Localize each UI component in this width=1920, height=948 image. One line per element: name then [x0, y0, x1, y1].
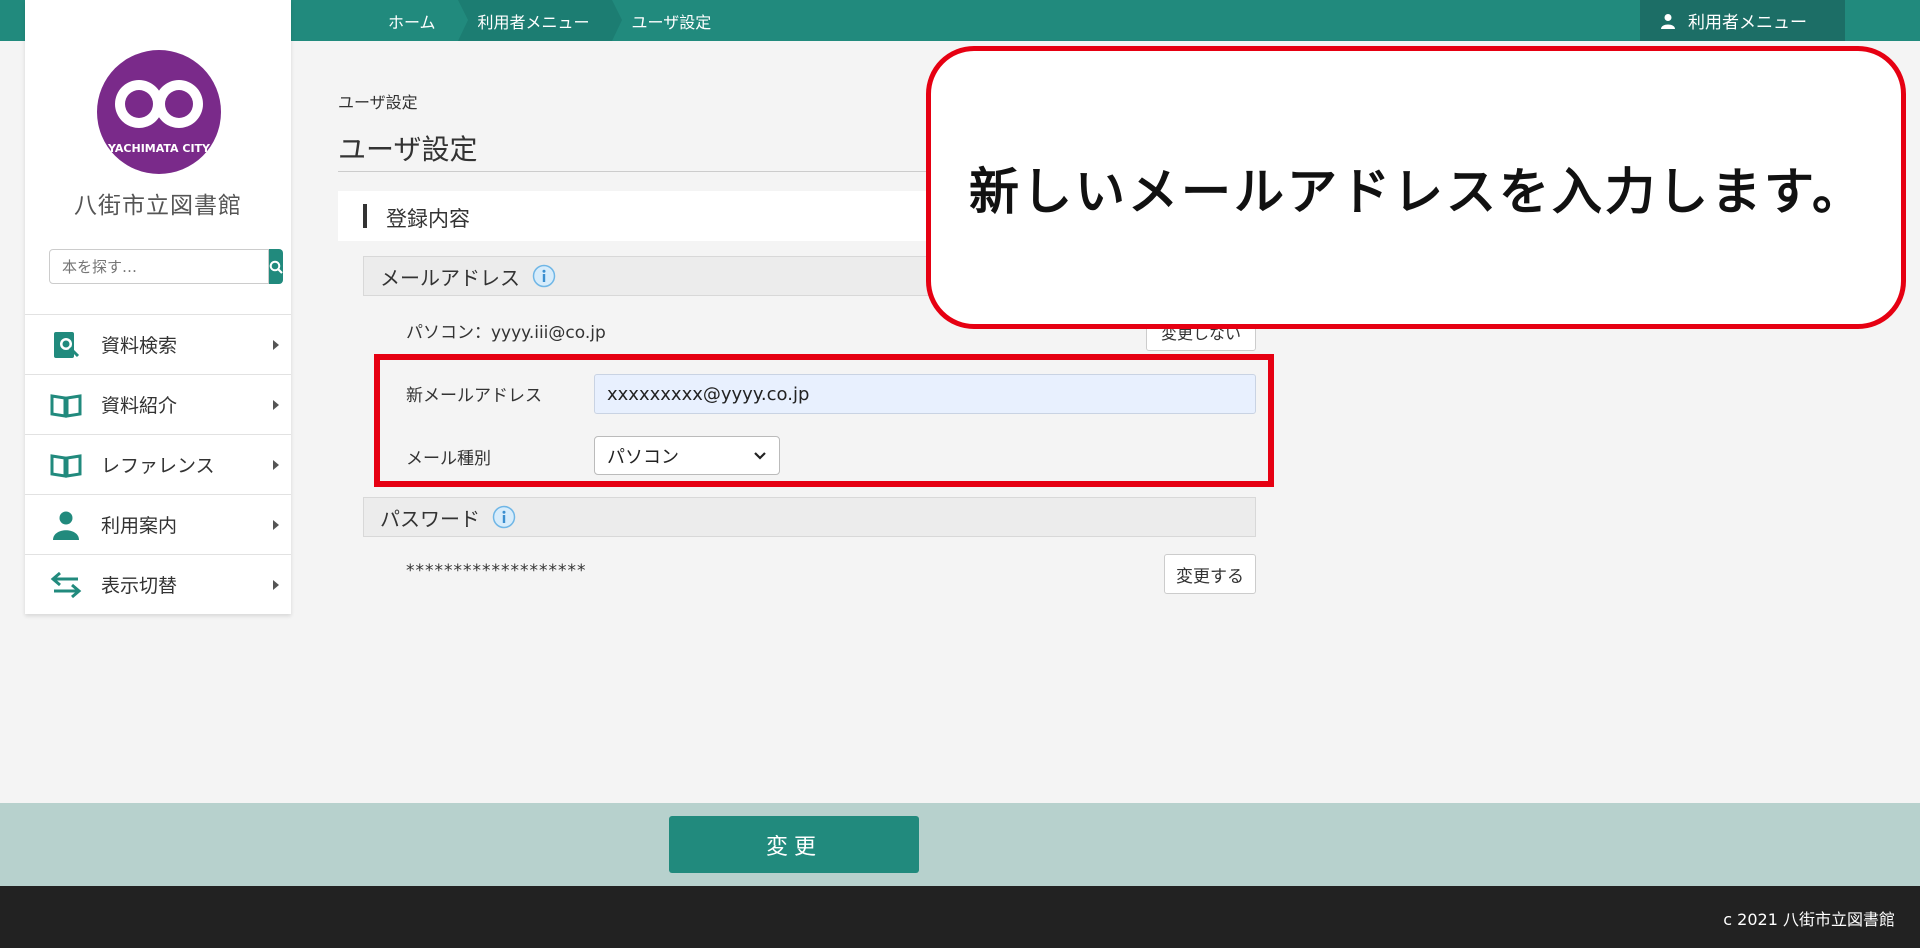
masked-password: ******************* [406, 561, 587, 581]
sidebar-item-label: 資料紹介 [101, 395, 178, 417]
section-label: 登録内容 [386, 207, 470, 231]
open-book-icon [50, 453, 82, 478]
person-icon [1661, 13, 1675, 29]
page-title: ユーザ設定 [338, 133, 478, 166]
section-marker [363, 204, 367, 228]
submit-change-button[interactable]: 変更 [669, 816, 919, 873]
sidebar-item-label: 表示切替 [101, 575, 178, 597]
sidebar-item-material-search[interactable]: 資料検索 [25, 314, 291, 374]
sidebar-item-label: レファレンス [101, 455, 215, 477]
caret-right-icon [273, 580, 279, 590]
info-icon[interactable] [532, 264, 556, 288]
sidebar-item-display-toggle[interactable]: 表示切替 [25, 554, 291, 614]
breadcrumb: ホーム 利用者メニュー ユーザ設定 [368, 0, 733, 41]
person-icon [53, 511, 79, 540]
caret-right-icon [273, 460, 279, 470]
caret-right-icon [273, 400, 279, 410]
instruction-callout: 新しいメールアドレスを入力します。 [926, 46, 1906, 329]
callout-text: 新しいメールアドレスを入力します。 [969, 162, 1865, 221]
password-header-label: パスワード [380, 506, 480, 531]
sidebar-item-label: 利用案内 [101, 515, 178, 537]
user-menu-label: 利用者メニュー [1688, 13, 1807, 33]
breadcrumb-user-settings: ユーザ設定 [631, 12, 712, 32]
sidebar-nav: 資料検索 資料紹介 レファレンス 利用案内 表示切替 [25, 314, 291, 614]
search-button[interactable] [269, 249, 283, 284]
breadcrumb-home[interactable]: ホーム [368, 0, 468, 41]
sidebar-item-guide[interactable]: 利用案内 [25, 494, 291, 554]
submit-bar: 変更 [0, 803, 1920, 886]
password-field-header: パスワード [363, 497, 1256, 537]
svg-text:YACHIMATA CITY: YACHIMATA CITY [107, 142, 211, 155]
current-email: パソコン：yyyy.iii@co.jp [406, 323, 606, 343]
search-icon [269, 260, 283, 274]
change-password-button[interactable]: 変更する [1164, 554, 1256, 594]
caret-right-icon [273, 340, 279, 350]
highlight-box [374, 354, 1274, 487]
email-header-label: メールアドレス [380, 265, 520, 290]
copyright: c 2021 八街市立図書館 [1723, 910, 1895, 929]
info-icon[interactable] [492, 505, 516, 529]
book-search [49, 249, 283, 284]
library-name: 八街市立図書館 [74, 193, 242, 219]
user-menu-button[interactable]: 利用者メニュー [1640, 0, 1845, 41]
breadcrumb-user-menu[interactable]: 利用者メニュー [457, 0, 622, 41]
page-breadcrumb-title: ユーザ設定 [338, 93, 418, 112]
sidebar-item-label: 資料検索 [101, 335, 178, 357]
footer: c 2021 八街市立図書館 [0, 886, 1920, 948]
sidebar: YACHIMATA CITY 八街市立図書館 資料検索 [25, 0, 291, 614]
open-book-icon [50, 393, 82, 418]
city-logo[interactable]: YACHIMATA CITY [95, 48, 223, 176]
book-search-input[interactable] [49, 249, 269, 284]
book-search-icon [54, 331, 80, 358]
caret-right-icon [273, 520, 279, 530]
sidebar-item-reference[interactable]: レファレンス [25, 434, 291, 494]
sidebar-item-material-intro[interactable]: 資料紹介 [25, 374, 291, 434]
swap-arrows-icon [50, 571, 82, 598]
